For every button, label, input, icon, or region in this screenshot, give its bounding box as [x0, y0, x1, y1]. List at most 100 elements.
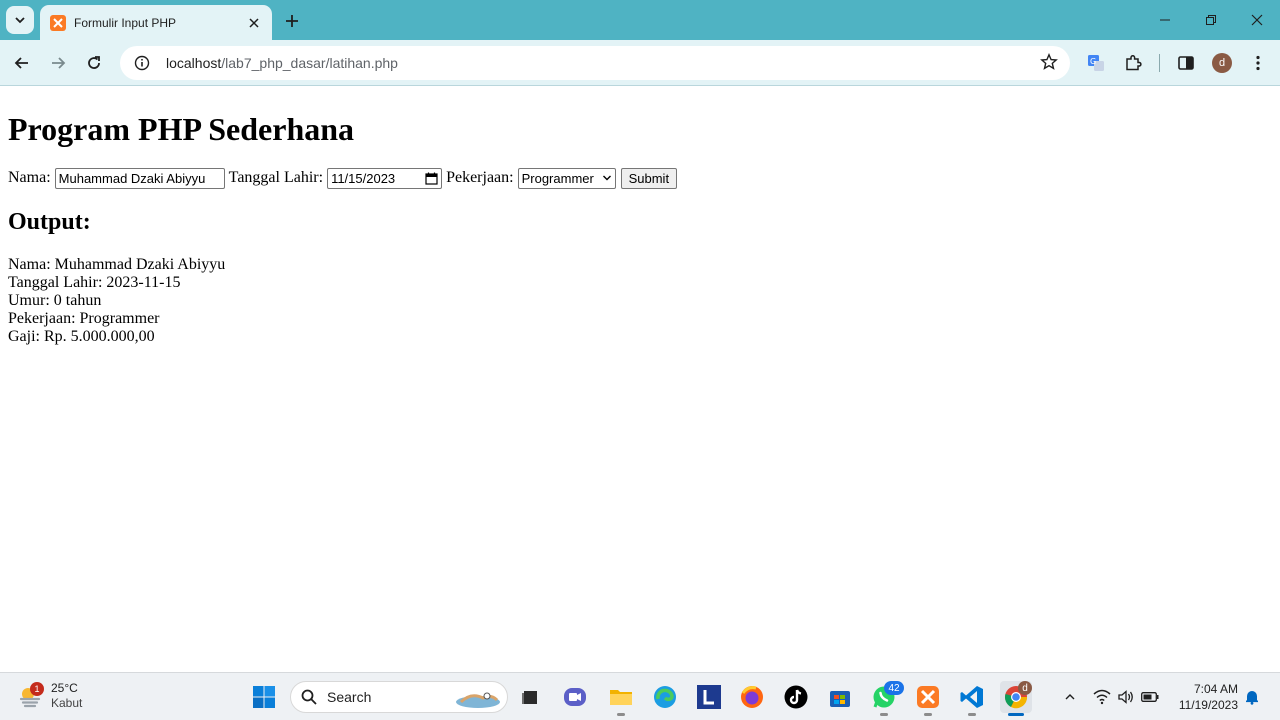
running-indicator: [924, 713, 932, 716]
weather-temperature: 25°C: [51, 681, 78, 695]
page-content: Program PHP Sederhana Nama: Muhammad Dza…: [0, 87, 1280, 672]
chevron-down-icon: [602, 175, 611, 181]
output-line-umur: Umur: 0 tahun: [8, 292, 102, 309]
input-form: Nama: Muhammad Dzaki Abiyyu Tanggal Lahi…: [8, 167, 678, 189]
windows-logo-icon: [253, 686, 275, 708]
pekerjaan-select[interactable]: Programmer: [517, 167, 616, 189]
calendar-icon[interactable]: [425, 172, 438, 185]
battery-icon[interactable]: [1140, 687, 1160, 707]
clock-date: 11/19/2023: [1178, 698, 1238, 712]
search-label: Search: [327, 689, 372, 705]
pekerjaan-selected-value: Programmer: [521, 170, 594, 186]
close-icon: [1251, 14, 1263, 26]
folder-icon: [610, 690, 632, 705]
google-translate-icon[interactable]: G: [1082, 49, 1110, 77]
active-indicator: [1008, 713, 1024, 716]
profile-avatar[interactable]: d: [1212, 53, 1232, 73]
notification-bell-icon[interactable]: [1242, 687, 1262, 707]
system-clock[interactable]: 7:04 AM 11/19/2023: [1170, 681, 1238, 713]
output-line-nama: Nama: Muhammad Dzaki Abiyyu: [8, 256, 226, 273]
svg-text:G: G: [1090, 57, 1096, 66]
site-info-icon[interactable]: [132, 53, 152, 73]
clock-time: 7:04 AM: [1193, 682, 1238, 696]
toolbar-separator: [1159, 54, 1160, 72]
nama-input[interactable]: Muhammad Dzaki Abiyyu: [54, 167, 225, 189]
tiktok-app[interactable]: [780, 681, 812, 713]
back-button[interactable]: [8, 49, 36, 77]
teams-meet-app[interactable]: [559, 681, 591, 713]
pekerjaan-label: Pekerjaan:: [446, 169, 514, 186]
output-block: Nama: Muhammad Dzaki Abiyyu Tanggal Lahi…: [8, 256, 225, 346]
weather-widget[interactable]: 1 25°C Kabut: [18, 681, 82, 711]
xampp-app[interactable]: [912, 681, 944, 713]
restore-button[interactable]: [1188, 0, 1234, 40]
new-tab-button[interactable]: [278, 7, 306, 35]
tab-title: Formulir Input PHP: [74, 15, 177, 30]
letter-l-icon: [697, 685, 721, 709]
video-camera-icon: [564, 688, 586, 706]
reload-button[interactable]: [80, 49, 108, 77]
taskbar-search[interactable]: Search: [290, 681, 508, 713]
edge-icon: [654, 686, 676, 708]
tanggal-lahir-input[interactable]: 11/15/2023: [327, 167, 443, 189]
tanggal-lahir-label: Tanggal Lahir:: [228, 169, 324, 186]
task-view-button[interactable]: [514, 681, 546, 713]
url-text: localhost/lab7_php_dasar/latihan.php: [166, 55, 398, 71]
running-indicator: [968, 713, 976, 716]
taskbar: 1 25°C Kabut Search 42 d 7:04 AM 11/19/2…: [0, 672, 1280, 720]
minimize-button[interactable]: [1142, 0, 1188, 40]
url-path: /lab7_php_dasar/latihan.php: [221, 55, 398, 71]
task-view-icon: [522, 691, 537, 704]
output-heading: Output:: [8, 209, 91, 235]
volume-icon[interactable]: [1116, 687, 1136, 707]
arrow-left-icon: [14, 57, 28, 69]
show-hidden-icons-button[interactable]: [1060, 687, 1080, 707]
firefox-icon: [741, 686, 763, 708]
plus-icon: [286, 15, 298, 27]
xampp-icon: [917, 686, 939, 708]
bookmark-star-icon[interactable]: [1040, 53, 1058, 76]
chevron-down-icon: [15, 17, 25, 24]
output-line-pekerjaan: Pekerjaan: Programmer: [8, 310, 160, 327]
edge-app[interactable]: [649, 681, 681, 713]
url-host: localhost: [166, 55, 222, 71]
weather-badge: 1: [30, 682, 44, 696]
weather-condition: Kabut: [51, 696, 83, 710]
address-bar[interactable]: localhost/lab7_php_dasar/latihan.php: [120, 46, 1070, 80]
running-indicator: [617, 713, 625, 716]
file-explorer-app[interactable]: [605, 681, 637, 713]
nama-label: Nama:: [8, 169, 51, 186]
nama-input-value: Muhammad Dzaki Abiyyu: [58, 170, 206, 186]
microsoft-store-app[interactable]: [824, 681, 856, 713]
tanggal-lahir-value: 11/15/2023: [331, 170, 396, 186]
xampp-favicon-icon: [50, 14, 66, 31]
search-highlight-image-icon: [456, 692, 500, 708]
browser-toolbar: localhost/lab7_php_dasar/latihan.php G: [0, 40, 1280, 86]
restore-icon: [1206, 15, 1216, 25]
submit-button[interactable]: Submit: [620, 167, 678, 189]
store-bag-icon: [830, 691, 850, 707]
vscode-icon: [960, 686, 983, 708]
minimize-icon: [1160, 19, 1170, 21]
output-line-tanggal-lahir: Tanggal Lahir: 2023-11-15: [8, 274, 181, 291]
forward-button[interactable]: [44, 49, 72, 77]
start-button[interactable]: [248, 681, 280, 713]
tab-active[interactable]: Formulir Input PHP: [40, 5, 272, 40]
vscode-app[interactable]: [956, 681, 988, 713]
whatsapp-notification-badge: 42: [884, 681, 904, 695]
arrow-right-icon: [52, 57, 66, 69]
close-tab-icon[interactable]: [246, 15, 262, 31]
search-icon: [301, 689, 317, 705]
l-app[interactable]: [693, 681, 725, 713]
page-title: Program PHP Sederhana: [8, 111, 355, 147]
close-window-button[interactable]: [1234, 0, 1280, 40]
running-indicator: [880, 713, 888, 716]
tab-search-button[interactable]: [6, 6, 34, 34]
tab-strip: Formulir Input PHP: [0, 0, 1280, 40]
side-panel-icon[interactable]: [1172, 49, 1200, 77]
chrome-profile-badge: d: [1018, 681, 1032, 695]
extensions-puzzle-icon[interactable]: [1119, 49, 1147, 77]
chrome-menu-icon[interactable]: [1244, 49, 1272, 77]
firefox-app[interactable]: [736, 681, 768, 713]
wifi-icon[interactable]: [1092, 687, 1112, 707]
